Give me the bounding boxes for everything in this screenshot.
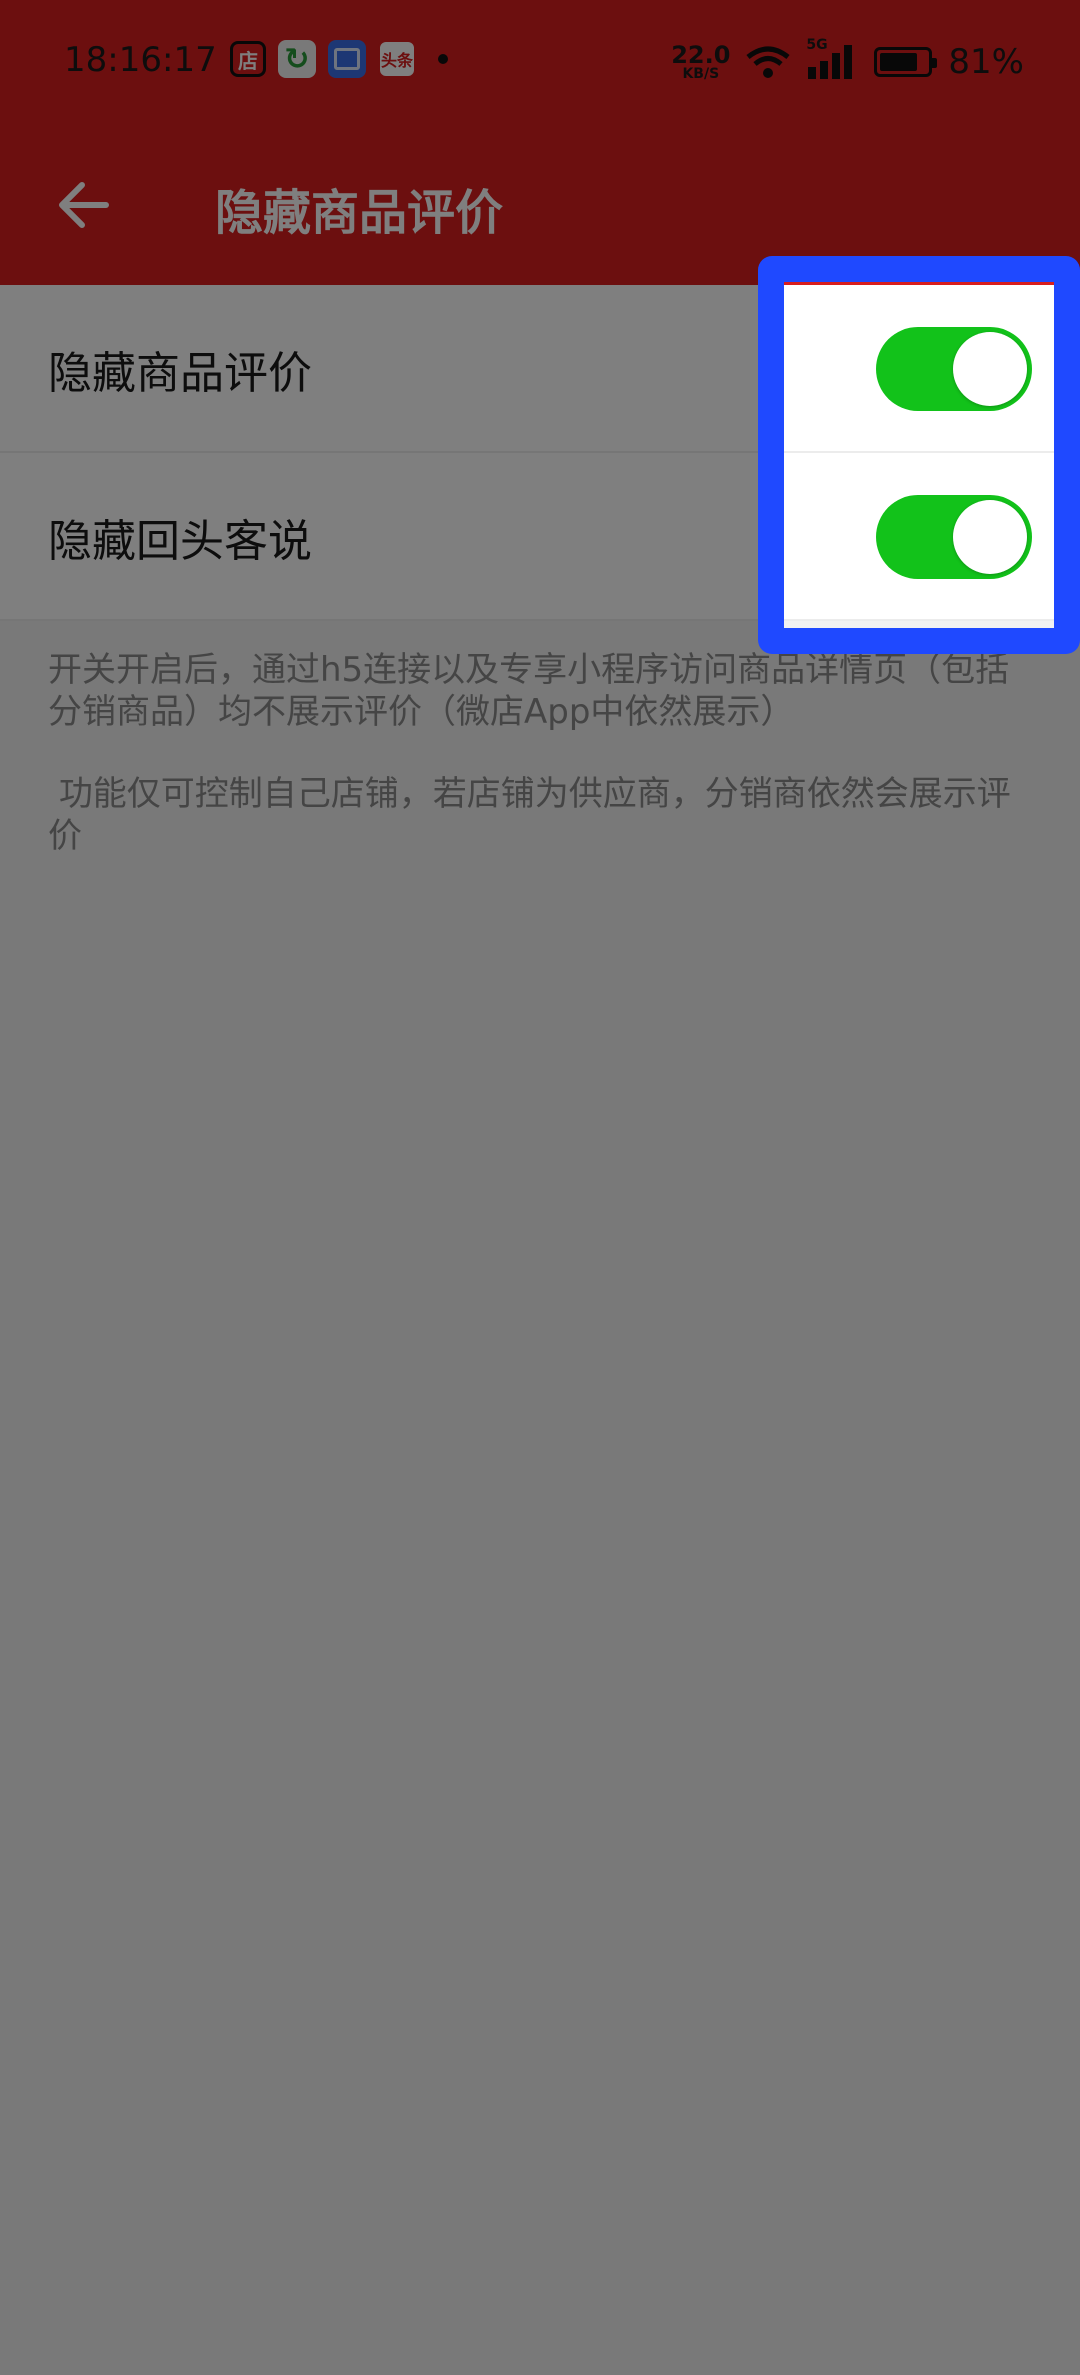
status-bar: 18:16:17 店 ↻ 头条 22.0 KB/S 5G 81% bbox=[0, 0, 1080, 125]
setting-label: 隐藏商品评价 bbox=[48, 348, 312, 399]
status-time: 18:16:17 bbox=[64, 40, 217, 80]
blue-app-icon bbox=[328, 40, 366, 78]
net-speed-unit: KB/S bbox=[682, 66, 720, 82]
setting-label: 隐藏回头客说 bbox=[48, 516, 312, 567]
notification-icons: 店 ↻ 头条 bbox=[230, 40, 448, 78]
note-text: 功能仅可控制自己店铺，若店铺为供应商，分销商依然会展示评价 bbox=[48, 774, 1011, 856]
refresh-app-icon: ↻ bbox=[278, 40, 316, 78]
page-title: 隐藏商品评价 bbox=[215, 185, 504, 241]
notes-area: 开关开启后，通过h5连接以及专享小程序访问商品详情页（包括分销商品）均不展示评价… bbox=[0, 621, 1080, 2375]
screen: 18:16:17 店 ↻ 头条 22.0 KB/S 5G 81% 隐藏商品评价 … bbox=[0, 0, 1080, 2375]
dian-app-icon: 店 bbox=[230, 41, 266, 77]
toutiao-app-icon: 头条 bbox=[378, 40, 416, 78]
note-text: 开关开启后，通过h5连接以及专享小程序访问商品详情页（包括分销商品）均不展示评价… bbox=[48, 650, 1010, 732]
net-speed-value: 22.0 bbox=[671, 41, 731, 69]
back-button[interactable] bbox=[52, 173, 116, 237]
status-right: 22.0 KB/S 5G 81% bbox=[671, 37, 1024, 82]
battery-percent: 81% bbox=[948, 42, 1024, 82]
cell-signal-icon: 5G bbox=[806, 37, 858, 81]
notification-dot-icon bbox=[438, 54, 448, 64]
battery-icon bbox=[874, 47, 938, 77]
arrow-left-icon bbox=[59, 182, 109, 228]
highlight-box bbox=[758, 256, 1080, 654]
wifi-icon bbox=[746, 46, 790, 78]
net-speed: 22.0 KB/S bbox=[671, 43, 730, 81]
